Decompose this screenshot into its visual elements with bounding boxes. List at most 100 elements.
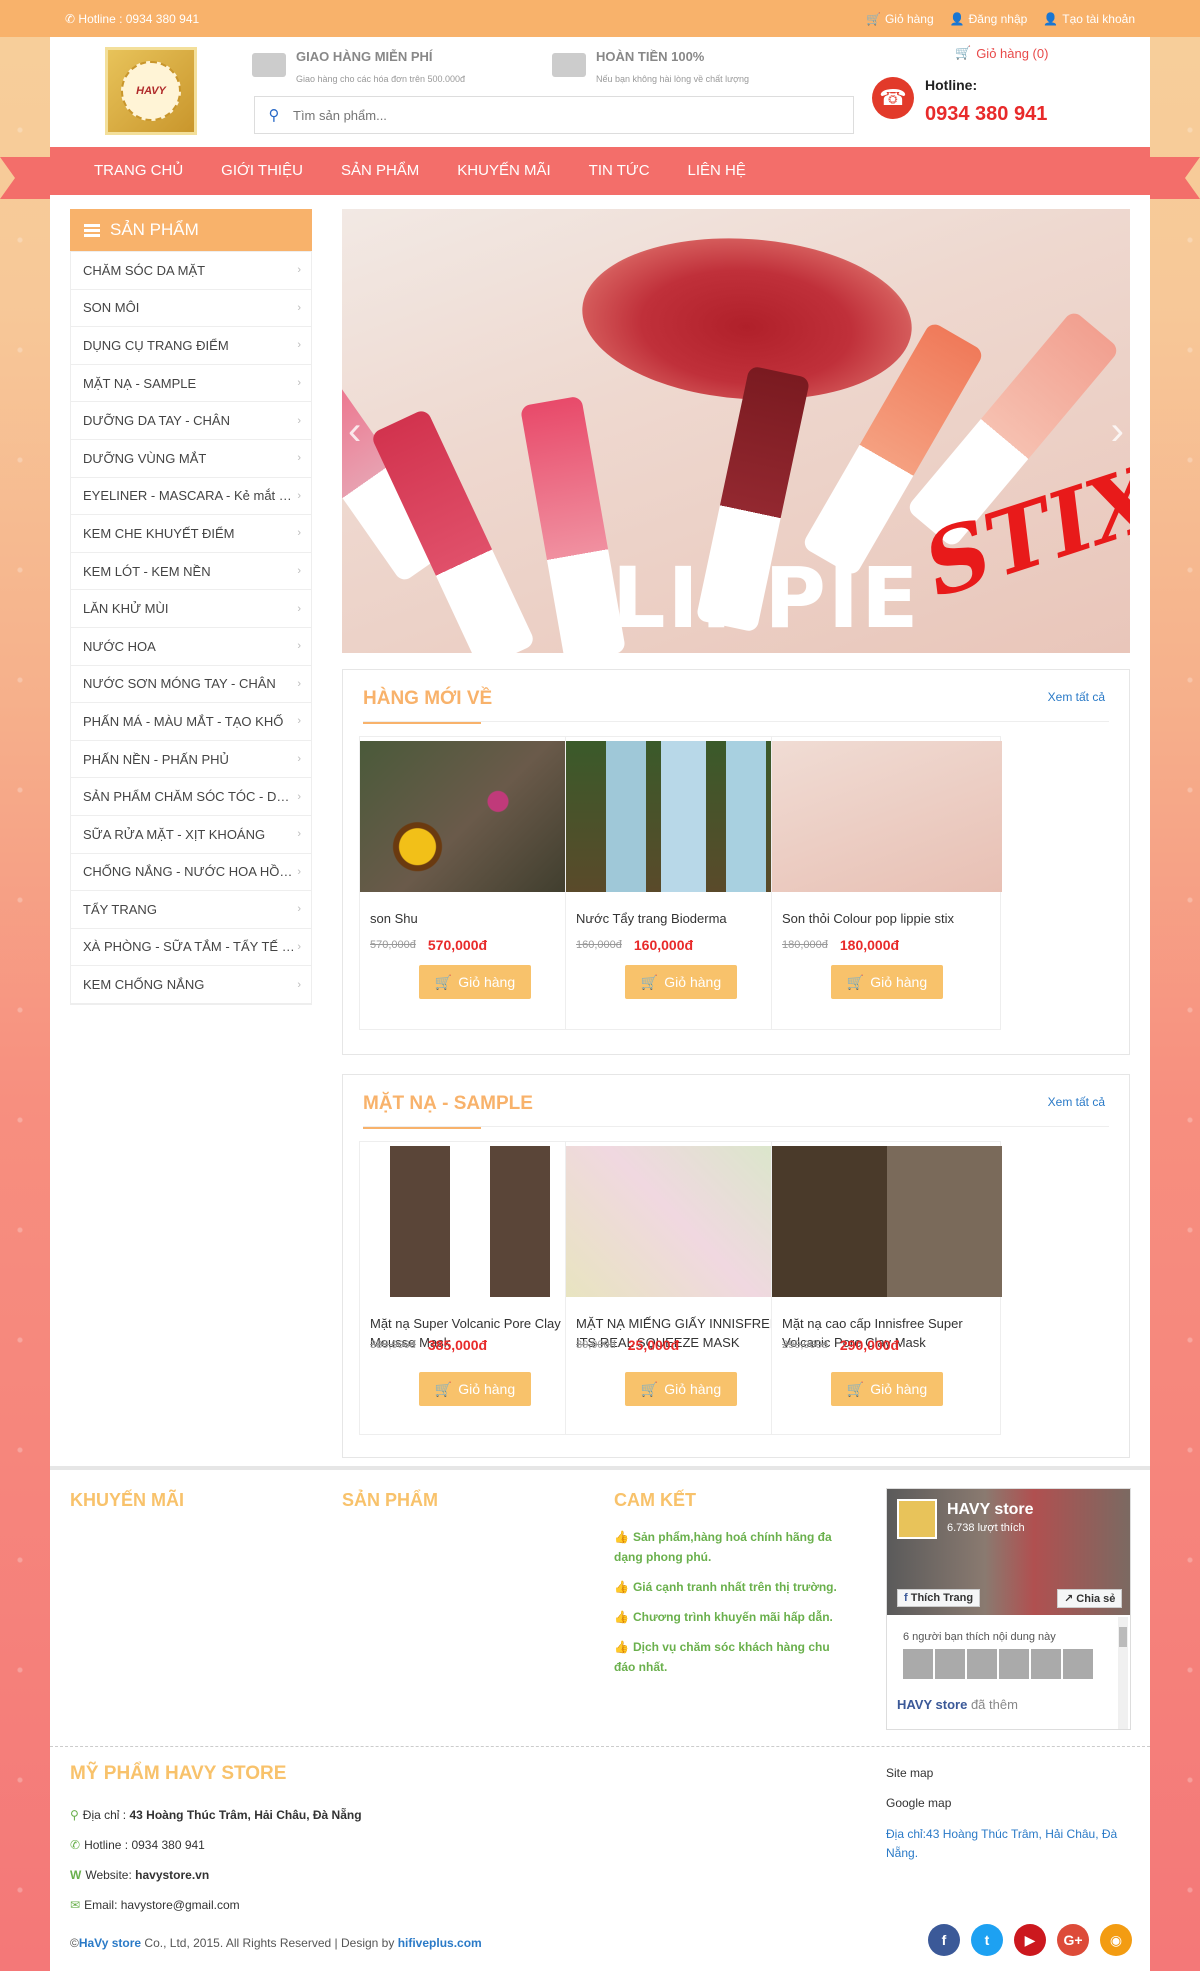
hero-slider[interactable]: LIPPIE STIX ‹ ›	[342, 209, 1130, 653]
product-image[interactable]	[772, 1146, 1002, 1297]
sidebar-item[interactable]: CHỐNG NẮNG - NƯỚC HOA HỒN... ›	[71, 854, 311, 892]
see-all-link[interactable]: Xem tất cả	[1048, 1095, 1105, 1109]
sidebar-item[interactable]: DƯỠNG DA TAY - CHÂN ›	[71, 402, 311, 440]
store-logo[interactable]: HAVY	[105, 47, 197, 135]
sidebar-item[interactable]: KEM CHE KHUYẾT ĐIỂM ›	[71, 515, 311, 553]
nav-home[interactable]: TRANG CHỦ	[75, 147, 202, 195]
fb-share-button[interactable]: ↗ Chia sẻ	[1057, 1589, 1123, 1608]
product-name[interactable]: Son thỏi Colour pop lippie stix	[782, 909, 990, 928]
product-name[interactable]: Nước Tẩy trang Bioderma	[576, 909, 784, 928]
product-name[interactable]: son Shu	[370, 909, 578, 928]
sidebar-item-label: XÀ PHÒNG - SỮA TẮM - TẨY TẾ B...	[83, 939, 295, 955]
sidebar-item[interactable]: CHĂM SÓC DA MẶT ›	[71, 252, 311, 290]
product-image[interactable]	[360, 1146, 590, 1297]
chevron-right-icon: ›	[297, 414, 301, 427]
header-cart-link[interactable]: 🛒 Giỏ hàng (0)	[955, 45, 1048, 61]
chevron-right-icon: ›	[297, 903, 301, 916]
see-all-link[interactable]: Xem tất cả	[1048, 690, 1105, 704]
nav-about[interactable]: GIỚI THIỆU	[202, 147, 322, 195]
sidebar-item[interactable]: SỮA RỬA MẶT - XỊT KHOÁNG ›	[71, 816, 311, 854]
sidebar-item-label: PHẤN MÁ - MÀU MẮT - TẠO KHỐ	[83, 713, 284, 729]
googlemap-link[interactable]: Google map	[886, 1796, 951, 1810]
nav-contact[interactable]: LIÊN HỆ	[669, 147, 765, 195]
product-prices: 160,000đ 160,000đ	[576, 937, 693, 953]
rss-icon[interactable]: ◉	[1100, 1924, 1132, 1956]
nav-news[interactable]: TIN TỨC	[570, 147, 669, 195]
sidebar-item-label: CHĂM SÓC DA MẶT	[83, 262, 206, 278]
sidebar-item[interactable]: PHẤN MÁ - MÀU MẮT - TẠO KHỐ ›	[71, 703, 311, 741]
search-icon[interactable]: ⚲	[255, 106, 293, 124]
sidebar-item[interactable]: DƯỠNG VÙNG MẮT ›	[71, 440, 311, 478]
avatar[interactable]	[935, 1649, 965, 1679]
slider-prev-arrow[interactable]: ‹	[348, 409, 361, 454]
product-card[interactable]: Nước Tẩy trang Bioderma 160,000đ 160,000đ 🛒…	[565, 736, 796, 1030]
add-to-cart-button[interactable]: 🛒 Giỏ hàng	[625, 965, 737, 999]
facebook-icon: f	[904, 1592, 908, 1604]
add-to-cart-button[interactable]: 🛒 Giỏ hàng	[831, 1372, 943, 1406]
sidebar-item[interactable]: EYELINER - MASCARA - Kẻ mắt , m... ›	[71, 478, 311, 516]
avatar[interactable]	[903, 1649, 933, 1679]
phone-icon: ✆	[65, 12, 76, 26]
sidebar-item[interactable]: XÀ PHÒNG - SỮA TẮM - TẨY TẾ B... ›	[71, 929, 311, 967]
search-input[interactable]	[293, 107, 813, 123]
sidebar-item[interactable]: PHẤN NỀN - PHẤN PHỦ ›	[71, 741, 311, 779]
avatar[interactable]	[1031, 1649, 1061, 1679]
product-card[interactable]: MẶT NẠ MIẾNG GIẤY INNISFREE ITS REAL SQU…	[565, 1141, 796, 1435]
chevron-right-icon: ›	[297, 339, 301, 352]
add-to-cart-button[interactable]: 🛒 Giỏ hàng	[625, 1372, 737, 1406]
add-to-cart-button[interactable]: 🛒 Giỏ hàng	[419, 965, 531, 999]
topbar-register-link[interactable]: 👤 Tạo tài khoản	[1043, 12, 1135, 26]
product-card[interactable]: Son thỏi Colour pop lippie stix 180,000đ 1…	[771, 736, 1002, 1030]
nav-products[interactable]: SẢN PHẨM	[322, 147, 438, 195]
product-image[interactable]	[360, 741, 590, 892]
sidebar-item[interactable]: KEM CHỐNG NẮNG ›	[71, 966, 311, 1004]
facebook-icon[interactable]: f	[928, 1924, 960, 1956]
avatar[interactable]	[967, 1649, 997, 1679]
share-icon: ↗	[1064, 1593, 1074, 1605]
google-plus-icon[interactable]: G+	[1057, 1924, 1089, 1956]
sidebar-item[interactable]: TẨY TRANG ›	[71, 891, 311, 929]
chevron-right-icon: ›	[297, 377, 301, 390]
add-to-cart-button[interactable]: 🛒 Giỏ hàng	[419, 1372, 531, 1406]
fb-page-name[interactable]: HAVY store	[947, 1501, 1034, 1519]
topbar-cart-link[interactable]: 🛒 Giỏ hàng	[866, 12, 934, 26]
sidebar-item-label: EYELINER - MASCARA - Kẻ mắt , m...	[83, 488, 295, 504]
product-card[interactable]: Mặt nạ Super Volcanic Pore Clay Mousse M…	[359, 1141, 590, 1435]
sidebar-item[interactable]: MẶT NẠ - SAMPLE ›	[71, 365, 311, 403]
sidebar-item-label: DƯỠNG DA TAY - CHÂN	[83, 413, 230, 429]
slider-next-arrow[interactable]: ›	[1111, 409, 1124, 454]
sidebar-item[interactable]: NƯỚC SƠN MÓNG TAY - CHÂN ›	[71, 666, 311, 704]
add-to-cart-button[interactable]: 🛒 Giỏ hàng	[831, 965, 943, 999]
user-icon: 👤	[949, 12, 965, 26]
sidebar-item[interactable]: KEM LÓT - KEM NỀN ›	[71, 553, 311, 591]
sidebar-item[interactable]: DỤNG CỤ TRANG ĐIỂM ›	[71, 327, 311, 365]
product-card[interactable]: son Shu 570,000đ 570,000đ 🛒 Giỏ hàng	[359, 736, 590, 1030]
sidebar-item[interactable]: LĂN KHỬ MÙI ›	[71, 590, 311, 628]
twitter-icon[interactable]: t	[971, 1924, 1003, 1956]
sidebar-item-label: SỮA RỬA MẶT - XỊT KHOÁNG	[83, 826, 266, 842]
chevron-right-icon: ›	[297, 565, 301, 578]
product-card[interactable]: Mặt nạ cao cấp Innisfree Super Volcanic …	[771, 1141, 1002, 1435]
product-prices: 385,000đ 385,000đ	[370, 1337, 487, 1353]
topbar-login-link[interactable]: 👤 Đăng nhập	[950, 12, 1028, 26]
youtube-icon[interactable]: ▶	[1014, 1924, 1046, 1956]
nav-promotions[interactable]: KHUYẾN MÃI	[438, 147, 569, 195]
sidebar-item[interactable]: SON MÔI ›	[71, 290, 311, 328]
product-prices: 570,000đ 570,000đ	[370, 937, 487, 953]
fb-scrollbar[interactable]	[1118, 1617, 1128, 1729]
sitemap-link[interactable]: Site map	[886, 1766, 933, 1780]
fb-like-button[interactable]: f Thích Trang	[897, 1589, 981, 1607]
facebook-page-widget[interactable]: HAVY store 6.738 lượt thích f Thích Tran…	[886, 1488, 1131, 1730]
avatar[interactable]	[1063, 1649, 1093, 1679]
avatar[interactable]	[999, 1649, 1029, 1679]
product-image[interactable]	[566, 741, 796, 892]
nav-ribbon-right	[1150, 157, 1200, 199]
fb-page-logo[interactable]	[897, 1499, 937, 1539]
search-bar: ⚲	[254, 96, 854, 134]
sidebar-item[interactable]: NƯỚC HOA ›	[71, 628, 311, 666]
product-image[interactable]	[566, 1146, 796, 1297]
section-title: HÀNG MỚI VỀ	[363, 688, 493, 724]
footer-address-right[interactable]: Địa chỉ:43 Hoàng Thúc Trâm, Hải Châu, Đà…	[886, 1825, 1136, 1863]
sidebar-item[interactable]: SẢN PHẨM CHĂM SÓC TÓC - DƯ... ›	[71, 778, 311, 816]
product-image[interactable]	[772, 741, 1002, 892]
